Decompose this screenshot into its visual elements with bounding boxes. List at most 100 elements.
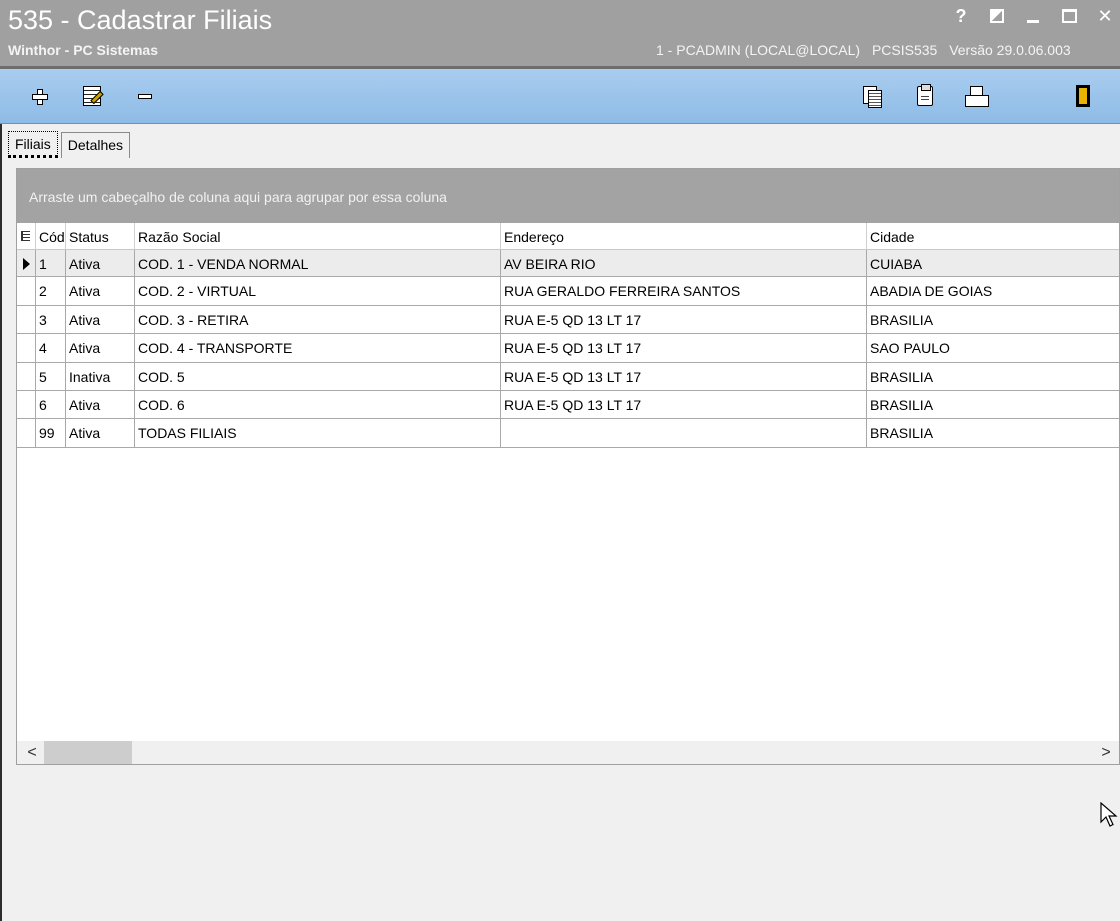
cell-endereco: RUA E-5 QD 13 LT 17 (500, 390, 866, 419)
print-icon (965, 86, 989, 107)
cell-endereco (500, 419, 866, 447)
add-icon (32, 89, 48, 105)
cell-codigo: 4 (35, 334, 65, 362)
window-controls: ? ✕ (952, 6, 1114, 26)
cell-status: Ativa (65, 277, 134, 305)
table-row[interactable]: 1 Ativa COD. 1 - VENDA NORMAL AV BEIRA R… (17, 249, 1119, 278)
column-chooser-icon (21, 231, 30, 241)
session-routine: PCSIS535 (871, 42, 938, 58)
column-header-codigo[interactable]: Código (35, 223, 65, 249)
cell-razao-social: COD. 3 - RETIRA (134, 305, 500, 334)
table-row[interactable]: 5 Inativa COD. 5 RUA E-5 QD 13 LT 17 BRA… (17, 362, 1119, 391)
table-row[interactable]: 6 Ativa COD. 6 RUA E-5 QD 13 LT 17 BRASI… (17, 390, 1119, 420)
tab-bar: Filiais Detalhes (8, 130, 131, 158)
row-indicator-cell (17, 419, 35, 446)
title-bar: 535 - Cadastrar Filiais Winthor - PC Sis… (0, 0, 1120, 66)
row-indicator-cell (17, 391, 35, 418)
column-header-endereco[interactable]: Endereço (500, 223, 866, 249)
restore-button[interactable] (988, 6, 1006, 26)
maximize-icon (1061, 9, 1077, 23)
cell-razao-social: COD. 1 - VENDA NORMAL (134, 250, 500, 277)
cell-endereco: AV BEIRA RIO (500, 250, 866, 277)
remove-icon (138, 93, 152, 99)
clipboard-icon (917, 84, 933, 106)
cell-status: Ativa (65, 250, 134, 277)
copy-icon (863, 86, 882, 108)
add-button[interactable] (27, 83, 51, 109)
cell-codigo: 2 (35, 277, 65, 305)
cell-cidade: BRASILIA (866, 362, 1119, 390)
cell-razao-social: COD. 5 (134, 362, 500, 390)
row-indicator-cell (17, 363, 35, 390)
branches-grid: Arraste um cabeçalho de coluna aqui para… (16, 168, 1120, 765)
cell-endereco: RUA E-5 QD 13 LT 17 (500, 334, 866, 362)
column-header-cidade[interactable]: Cidade (866, 223, 1119, 249)
tab-detalhes[interactable]: Detalhes (60, 132, 131, 158)
cell-endereco: RUA E-5 QD 13 LT 17 (500, 362, 866, 390)
cell-codigo: 99 (35, 419, 65, 447)
cell-cidade: BRASILIA (866, 390, 1119, 419)
exit-button[interactable] (1071, 83, 1095, 109)
column-header-status[interactable]: Status (65, 223, 134, 249)
mouse-cursor-icon (1100, 802, 1118, 827)
grid-header: Código Status Razão Social Endereço Cida… (17, 223, 1119, 249)
table-row[interactable]: 4 Ativa COD. 4 - TRANSPORTE RUA E-5 QD 1… (17, 334, 1119, 363)
scroll-right-button[interactable]: > (1095, 741, 1117, 764)
scroll-thumb[interactable] (44, 741, 132, 764)
session-version: Versão 29.0.06.003 (949, 42, 1071, 58)
edit-icon (83, 86, 101, 106)
exit-icon (1076, 85, 1090, 107)
current-row-icon (23, 258, 30, 270)
table-row[interactable]: 99 Ativa TODAS FILIAIS BRASILIA (17, 419, 1119, 448)
group-by-panel[interactable]: Arraste um cabeçalho de coluna aqui para… (17, 169, 1119, 223)
cell-status: Inativa (65, 362, 134, 390)
row-indicator-cell (17, 334, 35, 361)
cell-codigo: 6 (35, 390, 65, 419)
cell-razao-social: COD. 2 - VIRTUAL (134, 277, 500, 305)
close-button[interactable]: ✕ (1096, 6, 1114, 26)
tab-filiais[interactable]: Filiais (8, 131, 58, 158)
row-indicator-cell (17, 306, 35, 333)
window-edge (0, 124, 2, 921)
column-chooser-button[interactable] (17, 223, 35, 249)
cell-razao-social: COD. 4 - TRANSPORTE (134, 334, 500, 362)
remove-button[interactable] (133, 83, 157, 109)
minimize-button[interactable] (1024, 6, 1042, 26)
cell-cidade: ABADIA DE GOIAS (866, 277, 1119, 305)
cell-status: Ativa (65, 334, 134, 362)
restore-icon (990, 9, 1004, 23)
maximize-button[interactable] (1060, 6, 1078, 26)
cell-endereco: RUA E-5 QD 13 LT 17 (500, 305, 866, 334)
cell-status: Ativa (65, 419, 134, 447)
app-subtitle: Winthor - PC Sistemas (8, 42, 159, 58)
session-info: 1 - PCADMIN (LOCAL@LOCAL) PCSIS535 Versã… (648, 42, 1120, 58)
edit-button[interactable] (80, 83, 104, 109)
cell-status: Ativa (65, 305, 134, 334)
cell-cidade: SAO PAULO (866, 334, 1119, 362)
cell-razao-social: COD. 6 (134, 390, 500, 419)
cell-endereco: RUA GERALDO FERREIRA SANTOS (500, 277, 866, 305)
cell-codigo: 5 (35, 362, 65, 390)
cell-status: Ativa (65, 390, 134, 419)
cell-cidade: BRASILIA (866, 419, 1119, 447)
window-title: 535 - Cadastrar Filiais (8, 5, 273, 35)
help-button[interactable]: ? (952, 6, 970, 26)
grid-body: 1 Ativa COD. 1 - VENDA NORMAL AV BEIRA R… (17, 249, 1119, 448)
column-header-razao-social[interactable]: Razão Social (134, 223, 500, 249)
table-row[interactable]: 3 Ativa COD. 3 - RETIRA RUA E-5 QD 13 LT… (17, 305, 1119, 335)
session-user: 1 - PCADMIN (LOCAL@LOCAL) (656, 42, 861, 58)
table-row[interactable]: 2 Ativa COD. 2 - VIRTUAL RUA GERALDO FER… (17, 277, 1119, 306)
print-button[interactable] (964, 83, 989, 109)
cell-codigo: 3 (35, 305, 65, 334)
cell-codigo: 1 (35, 250, 65, 277)
minimize-icon (1027, 19, 1039, 23)
row-indicator-cell (17, 277, 35, 304)
toolbar (0, 69, 1120, 124)
cell-razao-social: TODAS FILIAIS (134, 419, 500, 447)
clipboard-button[interactable] (913, 83, 937, 109)
copy-button[interactable] (860, 83, 884, 109)
cell-cidade: BRASILIA (866, 305, 1119, 334)
horizontal-scrollbar[interactable]: < > (17, 741, 1119, 764)
cell-cidade: CUIABA (866, 250, 1119, 277)
scroll-left-button[interactable]: < (21, 741, 43, 764)
